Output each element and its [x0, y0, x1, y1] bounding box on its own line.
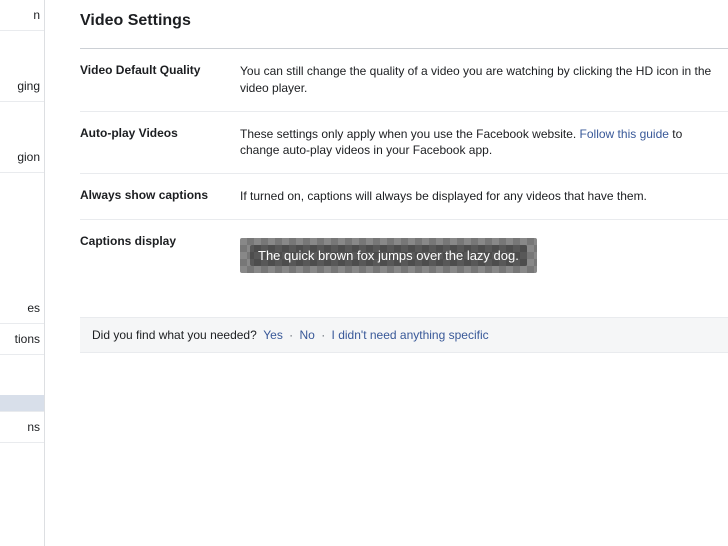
left-sidebar: n ging gion es tions ns: [0, 0, 45, 546]
captions-preview-text: The quick brown fox jumps over the lazy …: [250, 245, 527, 266]
settings-section: Video Default Quality You can still chan…: [80, 48, 728, 287]
sidebar-item-label: ns: [27, 420, 40, 434]
sidebar-item-3[interactable]: es: [0, 293, 44, 324]
setting-label-captions-display: Captions display: [80, 234, 240, 273]
setting-row-video-quality: Video Default Quality You can still chan…: [80, 49, 728, 112]
sidebar-item-label: tions: [15, 332, 40, 346]
sidebar-item-label: gion: [17, 150, 40, 164]
sidebar-item-0[interactable]: n: [0, 0, 44, 31]
feedback-prompt: Did you find what you needed?: [92, 328, 257, 342]
main-content: Video Settings Video Default Quality You…: [55, 0, 728, 353]
sidebar-spacer: [0, 102, 44, 142]
sidebar-spacer: [0, 31, 44, 71]
sidebar-item-label: n: [33, 8, 40, 22]
setting-row-autoplay: Auto-play Videos These settings only app…: [80, 112, 728, 175]
autoplay-desc-pre: These settings only apply when you use t…: [240, 127, 580, 141]
sidebar-item-label: ging: [17, 79, 40, 93]
feedback-bar: Did you find what you needed? Yes · No ·…: [80, 317, 728, 353]
sidebar-spacer: [0, 213, 44, 253]
page-title: Video Settings: [80, 12, 728, 30]
sidebar-item-label: es: [27, 301, 40, 315]
sidebar-spacer: [0, 253, 44, 293]
follow-guide-link[interactable]: Follow this guide: [580, 127, 669, 141]
setting-label-video-quality: Video Default Quality: [80, 63, 240, 97]
feedback-yes-link[interactable]: Yes: [263, 328, 283, 342]
separator: ·: [289, 328, 293, 342]
captions-preview-container: The quick brown fox jumps over the lazy …: [240, 234, 728, 273]
sidebar-item-6[interactable]: ns: [0, 412, 44, 443]
setting-desc-video-quality: You can still change the quality of a vi…: [240, 63, 728, 97]
setting-row-captions: Always show captions If turned on, capti…: [80, 174, 728, 220]
sidebar-item-4[interactable]: tions: [0, 324, 44, 355]
setting-row-captions-display: Captions display The quick brown fox jum…: [80, 220, 728, 287]
separator: ·: [321, 328, 325, 342]
setting-desc-captions: If turned on, captions will always be di…: [240, 188, 728, 205]
setting-desc-autoplay: These settings only apply when you use t…: [240, 126, 728, 160]
feedback-none-link[interactable]: I didn't need anything specific: [332, 328, 489, 342]
sidebar-item-5[interactable]: [0, 395, 44, 412]
sidebar-spacer: [0, 355, 44, 395]
sidebar-item-2[interactable]: gion: [0, 142, 44, 173]
sidebar-item-1[interactable]: ging: [0, 71, 44, 102]
sidebar-spacer: [0, 173, 44, 213]
captions-preview[interactable]: The quick brown fox jumps over the lazy …: [240, 238, 537, 273]
feedback-no-link[interactable]: No: [300, 328, 315, 342]
setting-label-captions: Always show captions: [80, 188, 240, 205]
setting-label-autoplay: Auto-play Videos: [80, 126, 240, 160]
